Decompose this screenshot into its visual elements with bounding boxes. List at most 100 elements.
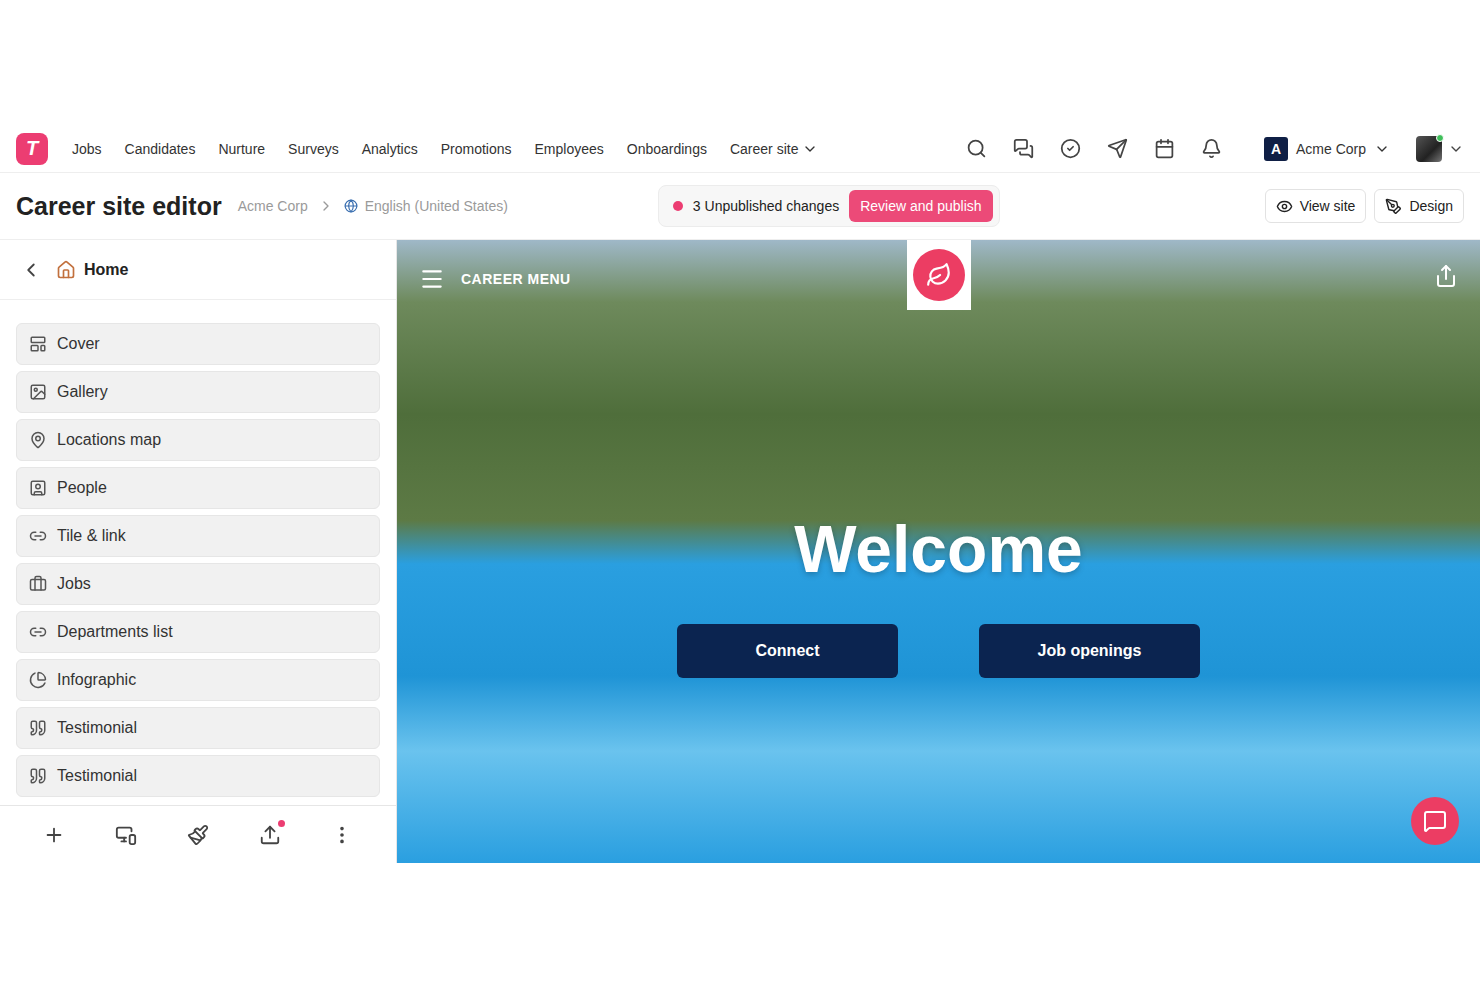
view-button[interactable]: View site — [1265, 189, 1367, 223]
career-menu-button[interactable]: CAREER MENU — [419, 266, 571, 292]
messages-button[interactable] — [1013, 138, 1034, 159]
chevron-right-icon — [318, 198, 334, 214]
header-actions: View siteDesign — [1265, 189, 1464, 223]
nav-item[interactable]: Analytics — [362, 137, 418, 161]
nav-item[interactable]: Promotions — [441, 137, 512, 161]
nav-item[interactable]: Candidates — [125, 137, 196, 161]
section-item[interactable]: Infographic — [16, 659, 380, 701]
tasks-button[interactable] — [1060, 138, 1081, 159]
site-logo[interactable] — [913, 249, 965, 301]
breadcrumb-org[interactable]: Acme Corp — [238, 198, 308, 214]
cover-hero: Welcome Connect Job openings — [397, 316, 1480, 678]
brush-icon — [187, 824, 209, 846]
preview-bar: CAREER MENU — [397, 240, 1480, 316]
section-item[interactable]: Testimonial — [16, 707, 380, 749]
calendar-button[interactable] — [1154, 138, 1175, 159]
chevron-down-icon — [802, 141, 818, 157]
site-logo-tile — [907, 240, 971, 310]
map-icon — [29, 431, 47, 449]
user-avatar — [1416, 136, 1442, 162]
nav-item[interactable]: Surveys — [288, 137, 339, 161]
user-menu[interactable] — [1416, 136, 1464, 162]
devices-button[interactable] — [115, 824, 137, 846]
messages-icon — [1013, 138, 1034, 159]
testimonial-icon — [29, 719, 47, 737]
editor-main: Home Cover Gallery Locations map People Tile … — [0, 239, 1480, 863]
page-title: Career site editor — [16, 192, 222, 221]
design-button[interactable]: Design — [1374, 189, 1464, 223]
title-group: Career site editor Acme Corp English (Unit… — [16, 192, 508, 221]
send-icon — [1107, 138, 1128, 159]
nav-item[interactable]: Jobs — [72, 137, 102, 161]
section-list: Cover Gallery Locations map People Tile & li… — [0, 300, 396, 805]
infographic-icon — [29, 671, 47, 689]
search-icon — [966, 138, 987, 159]
testimonial-icon — [29, 767, 47, 785]
breadcrumb-language[interactable]: English (United States) — [344, 198, 508, 214]
sidebar-header: Home — [0, 240, 396, 300]
jobs-icon — [29, 575, 47, 593]
section-item[interactable]: Testimonial — [16, 755, 380, 797]
link-icon — [29, 623, 47, 641]
check-circle-icon — [1060, 138, 1081, 159]
changes-count: 3 Unpublished changes — [693, 198, 839, 214]
add-section-button[interactable] — [43, 824, 65, 846]
house-icon — [56, 260, 76, 280]
site-preview: CAREER MENU Welcome Connect Job openings — [397, 240, 1480, 863]
section-item[interactable]: Tile & link — [16, 515, 380, 557]
changes-dot — [673, 201, 683, 211]
people-icon — [29, 479, 47, 497]
current-page: Home — [56, 260, 128, 280]
gallery-icon — [29, 383, 47, 401]
nav-item[interactable]: Employees — [535, 137, 604, 161]
editor-header: Career site editor Acme Corp English (Unit… — [0, 173, 1480, 239]
back-button[interactable] — [20, 259, 42, 281]
nav-item[interactable]: Onboardings — [627, 137, 707, 161]
link-icon — [29, 527, 47, 545]
app-logo[interactable]: T — [16, 133, 48, 165]
nav-item[interactable]: Nurture — [218, 137, 265, 161]
notifications-button[interactable] — [1201, 138, 1222, 159]
review-publish-button[interactable]: Review and publish — [849, 190, 992, 222]
publish-badge — [278, 820, 285, 827]
nav-item[interactable]: Career site — [730, 137, 818, 161]
sections-sidebar: Home Cover Gallery Locations map People Tile … — [0, 240, 397, 863]
hero-heading: Welcome — [794, 511, 1083, 587]
send-button[interactable] — [1107, 138, 1128, 159]
online-dot — [1436, 134, 1444, 142]
publish-button[interactable] — [259, 824, 281, 846]
design-icon — [1385, 198, 1402, 215]
hero-button[interactable]: Connect — [677, 624, 898, 678]
section-item[interactable]: Cover — [16, 323, 380, 365]
menu-icon — [419, 266, 445, 292]
section-item[interactable]: Locations map — [16, 419, 380, 461]
section-item[interactable]: Gallery — [16, 371, 380, 413]
share-button[interactable] — [1434, 264, 1458, 288]
nav-tools: AAcme Corp — [966, 136, 1464, 162]
search-button[interactable] — [966, 138, 987, 159]
section-item[interactable]: Jobs — [16, 563, 380, 605]
design-button[interactable] — [187, 824, 209, 846]
cover-icon — [29, 335, 47, 353]
nav-items: Jobs Candidates Nurture Surveys Analytics Pro… — [72, 137, 818, 161]
leaf-icon — [926, 262, 952, 288]
chat-button[interactable] — [1411, 797, 1459, 845]
company-badge: A — [1264, 137, 1288, 161]
chevron-down-icon — [1374, 141, 1390, 157]
calendar-icon — [1154, 138, 1175, 159]
section-item[interactable]: Departments list — [16, 611, 380, 653]
upload-icon — [259, 824, 281, 846]
more-button[interactable] — [331, 824, 353, 846]
view-icon — [1276, 198, 1293, 215]
unpublished-changes: 3 Unpublished changes Review and publish — [658, 185, 1000, 227]
bottom-space — [0, 863, 1480, 987]
hero-buttons: Connect Job openings — [677, 624, 1200, 678]
section-item[interactable]: People — [16, 467, 380, 509]
company-switcher[interactable]: AAcme Corp — [1264, 137, 1390, 161]
chevron-down-icon — [1448, 141, 1464, 157]
plus-icon — [43, 824, 65, 846]
hero-button[interactable]: Job openings — [979, 624, 1200, 678]
chevron-left-icon — [20, 259, 42, 281]
bell-icon — [1201, 138, 1222, 159]
